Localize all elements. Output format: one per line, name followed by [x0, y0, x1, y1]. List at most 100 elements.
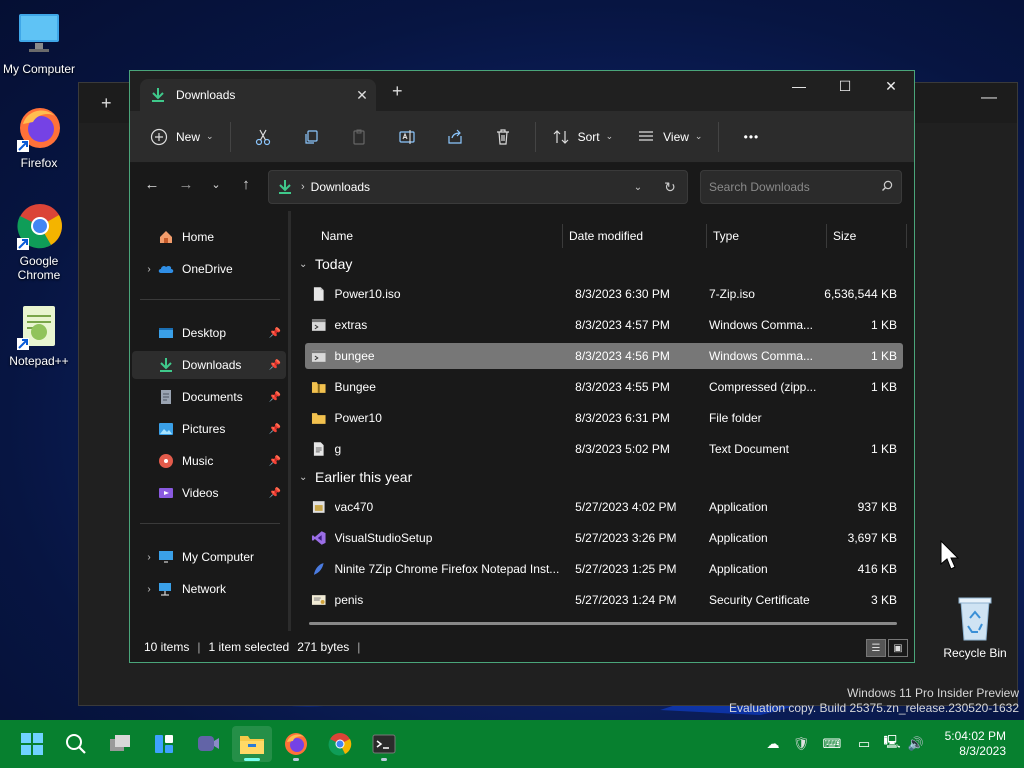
file-date: 5/27/2023 4:02 PM	[575, 500, 677, 514]
taskbar-firefox[interactable]	[276, 726, 316, 762]
desktop-icon-firefox[interactable]: Firefox	[1, 104, 77, 170]
sidebar-item-documents[interactable]: Documents 📌	[132, 383, 286, 411]
file-row[interactable]: Ninite 7Zip Chrome Firefox Notepad Inst.…	[305, 556, 903, 582]
view-toggle: ☰ ▣	[866, 639, 908, 657]
file-size: 3 KB	[871, 593, 898, 607]
maximize-button[interactable]: ☐	[822, 71, 868, 101]
clock[interactable]: 5:04:02 PM 8/3/2023	[945, 729, 1006, 759]
sidebar-item-onedrive[interactable]: › OneDrive	[132, 255, 286, 283]
address-row: ← → ⌄ ↑ › Downloads ⌄ ↻	[130, 163, 914, 209]
column-header-name[interactable]: Name	[291, 224, 563, 248]
tab-label: Downloads	[176, 88, 236, 102]
expand-chevron-icon[interactable]: ›	[140, 552, 158, 563]
sort-button[interactable]: Sort ⌄	[544, 120, 622, 154]
input-panel-icon[interactable]: ▭	[848, 736, 880, 752]
search-box[interactable]	[700, 170, 902, 204]
address-bar[interactable]: › Downloads ⌄ ↻	[268, 170, 688, 204]
close-button[interactable]: ✕	[868, 71, 914, 101]
column-header-date[interactable]: Date modified	[563, 224, 707, 248]
sidebar-item-home[interactable]: Home	[132, 223, 286, 251]
desktop-icon-notepadpp[interactable]: Notepad++	[1, 302, 77, 368]
security-icon[interactable]: 🛡	[786, 736, 816, 752]
address-dropdown-icon[interactable]: ⌄	[623, 182, 653, 193]
refresh-button[interactable]: ↻	[653, 179, 687, 196]
file-row[interactable]: extras 8/3/2023 4:57 PM Windows Comma...…	[305, 312, 903, 338]
tiles-view-button[interactable]: ▣	[888, 639, 908, 657]
recent-locations-button[interactable]: ⌄	[204, 178, 228, 200]
network-status-icon[interactable]: 🖳	[880, 733, 904, 755]
start-button[interactable]	[12, 726, 52, 762]
pin-icon[interactable]: 📌	[264, 424, 286, 435]
search-input[interactable]	[709, 180, 873, 194]
desktop-icon-recycle-bin[interactable]: Recycle Bin	[940, 596, 1010, 660]
system-tray: ☁ 🛡 ⌨ ▭ 🖳 🔊	[760, 720, 928, 768]
new-button[interactable]: New ⌄	[142, 120, 222, 154]
details-view-button[interactable]: ☰	[866, 639, 886, 657]
copy-button[interactable]	[287, 120, 335, 154]
search-icon[interactable]	[873, 180, 901, 195]
file-row[interactable]: Power10 8/3/2023 6:31 PM File folder	[305, 405, 903, 431]
titlebar[interactable]: Downloads ✕ + — ☐ ✕	[130, 71, 914, 111]
widgets-button[interactable]	[144, 726, 184, 762]
desktop-icon-chrome[interactable]: Google Chrome	[1, 202, 77, 282]
desktop-icon-my-computer[interactable]: My Computer	[1, 10, 77, 76]
keyboard-icon[interactable]: ⌨	[816, 736, 848, 752]
file-row[interactable]: Bungee 8/3/2023 4:55 PM Compressed (zipp…	[305, 374, 903, 400]
onedrive-offline-icon[interactable]: ☁	[760, 736, 786, 752]
file-row-selected[interactable]: bungee 8/3/2023 4:56 PM Windows Comma...…	[305, 343, 903, 369]
breadcrumb[interactable]: Downloads	[311, 180, 623, 194]
group-label: Earlier this year	[315, 469, 413, 485]
file-row[interactable]: penis 5/27/2023 1:24 PM Security Certifi…	[305, 587, 903, 613]
group-header-today[interactable]: ⌄ Today	[299, 252, 352, 276]
taskbar-terminal[interactable]	[364, 726, 404, 762]
group-header-earlier[interactable]: ⌄ Earlier this year	[299, 465, 412, 489]
minimize-button[interactable]: —	[776, 71, 822, 101]
cut-button[interactable]	[239, 120, 287, 154]
column-header-size[interactable]: Size	[827, 224, 907, 248]
sidebar-item-my-computer[interactable]: › My Computer	[132, 543, 286, 571]
taskbar-chrome[interactable]	[320, 726, 360, 762]
delete-button[interactable]	[479, 120, 527, 154]
paste-button[interactable]	[335, 120, 383, 154]
file-type: File folder	[708, 411, 762, 425]
sidebar-item-downloads[interactable]: Downloads 📌	[132, 351, 286, 379]
task-view-button[interactable]	[100, 726, 140, 762]
back-button[interactable]: ←	[140, 176, 164, 198]
up-button[interactable]: ↑	[234, 176, 258, 198]
new-tab-button[interactable]: +	[392, 82, 403, 100]
minimize-icon[interactable]: —	[981, 89, 997, 107]
forward-button[interactable]: →	[174, 176, 198, 198]
file-explorer-window[interactable]: Downloads ✕ + — ☐ ✕ New ⌄ Sort ⌄ View ⌄ …	[129, 70, 915, 663]
column-header-type[interactable]: Type	[707, 224, 827, 248]
chat-button[interactable]	[188, 726, 228, 762]
sidebar-item-desktop[interactable]: Desktop 📌	[132, 319, 286, 347]
taskbar-search-button[interactable]	[56, 726, 96, 762]
certificate-icon	[311, 595, 326, 605]
taskbar-file-explorer[interactable]	[232, 726, 272, 762]
pin-icon[interactable]: 📌	[264, 328, 286, 339]
sidebar-item-pictures[interactable]: Pictures 📌	[132, 415, 286, 443]
volume-icon[interactable]: 🔊	[904, 736, 928, 752]
file-row[interactable]: vac470 5/27/2023 4:02 PM Application 937…	[305, 494, 903, 520]
pin-icon[interactable]: 📌	[264, 456, 286, 467]
pin-icon[interactable]: 📌	[264, 392, 286, 403]
expand-chevron-icon[interactable]: ›	[140, 264, 158, 275]
sidebar-item-music[interactable]: Music 📌	[132, 447, 286, 475]
file-row[interactable]: VisualStudioSetup 5/27/2023 3:26 PM Appl…	[305, 525, 903, 551]
new-tab-icon[interactable]: +	[101, 93, 112, 114]
sidebar-item-network[interactable]: › Network	[132, 575, 286, 603]
sidebar-item-videos[interactable]: Videos 📌	[132, 479, 286, 507]
pin-icon[interactable]: 📌	[264, 360, 286, 371]
rename-button[interactable]	[383, 120, 431, 154]
expand-chevron-icon[interactable]: ›	[140, 584, 158, 595]
more-options-button[interactable]: •••	[727, 120, 775, 154]
share-button[interactable]	[431, 120, 479, 154]
file-row[interactable]: Power10.iso 8/3/2023 6:30 PM 7-Zip.iso 6…	[305, 281, 903, 307]
pin-icon[interactable]: 📌	[264, 488, 286, 499]
close-tab-icon[interactable]: ✕	[348, 87, 376, 104]
sidebar-item-label: Network	[182, 582, 227, 596]
horizontal-scrollbar[interactable]	[309, 622, 897, 625]
tab-downloads[interactable]: Downloads ✕	[140, 79, 376, 111]
file-row[interactable]: g 8/3/2023 5:02 PM Text Document 1 KB	[305, 436, 903, 462]
view-button[interactable]: View ⌄	[629, 120, 710, 154]
